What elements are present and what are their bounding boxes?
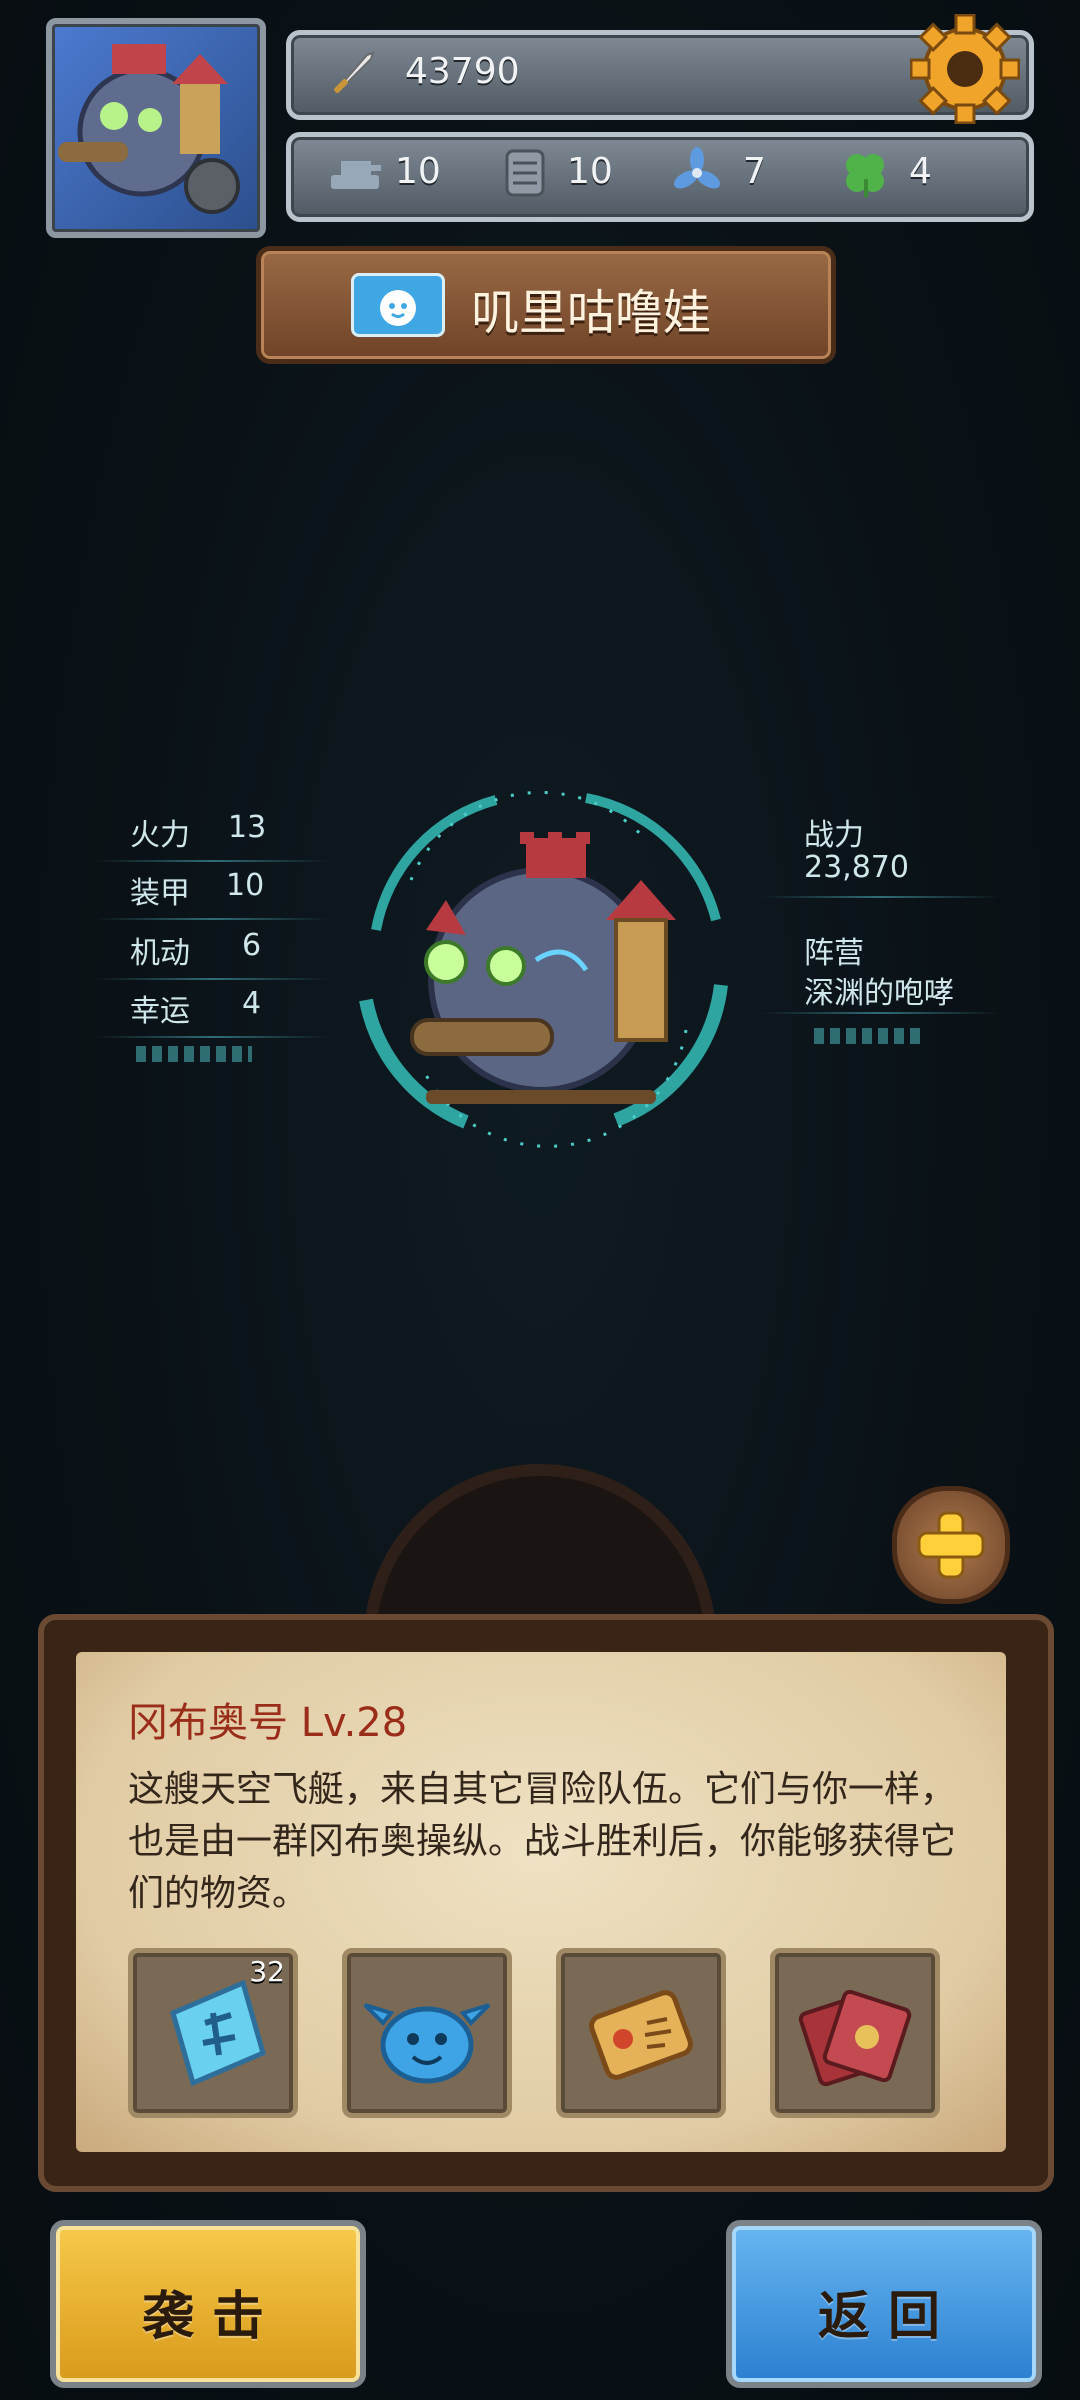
player-avatar[interactable] (46, 18, 266, 238)
reward-item-slot[interactable] (556, 1948, 726, 2118)
scroll-icon (589, 1990, 693, 2080)
airship-portrait (359, 790, 728, 1148)
stat-ticks (136, 1046, 252, 1062)
stat-label-armor: 装甲 (130, 876, 190, 911)
player-name: 叽里咕噜娃 (471, 285, 712, 341)
stat-divider (96, 1036, 332, 1038)
add-energy-button[interactable] (892, 1486, 1010, 1604)
ship-wheel-decoration (364, 1464, 716, 1640)
info-card: 冈布奥号 Lv.28 这艘天空飞艇，来自其它冒险队伍。它们与你一样，也是由一群冈… (76, 1652, 1006, 2152)
sword-icon (333, 51, 375, 95)
back-button-label: 返回 (818, 2287, 959, 2347)
stat-value-firepower: 13 (228, 810, 267, 845)
armor-count: 10 (567, 151, 613, 192)
resource-panel: 10 10 7 4 (286, 132, 1034, 222)
settings-gear-icon[interactable] (910, 14, 1020, 124)
stat-divider (96, 918, 332, 920)
faction-label: 阵营 (804, 936, 864, 971)
stat-label-mobility: 机动 (130, 936, 190, 971)
attack-button-label: 袭击 (142, 2287, 283, 2347)
stat-value-armor: 10 (226, 868, 265, 903)
armor-plate-icon (505, 149, 545, 197)
combat-power-value: 23,870 (804, 850, 909, 885)
slime-badge-icon (351, 273, 445, 337)
combat-power-label: 战力 (804, 818, 864, 853)
propeller-icon (673, 147, 721, 189)
cannon-icon (331, 161, 381, 189)
clover-count: 4 (909, 151, 932, 192)
back-button[interactable]: 返回 (726, 2220, 1042, 2388)
enemy-ship-description: 这艘天空飞艇，来自其它冒险队伍。它们与你一样，也是由一群冈布奥操纵。战斗胜利后，… (128, 1769, 957, 1914)
power-value: 43790 (405, 51, 520, 92)
player-name-banner: 叽里咕噜娃 (256, 246, 836, 364)
cannon-count: 10 (395, 151, 441, 192)
clover-icon (846, 154, 884, 197)
propeller-count: 7 (743, 151, 766, 192)
reward-item-slot[interactable]: 32 (128, 1948, 298, 2118)
stat-value-luck: 4 (242, 986, 262, 1021)
stat-ticks (814, 1028, 926, 1044)
blue-slime-icon (363, 2003, 491, 2084)
cards-icon (798, 1989, 912, 2087)
plus-icon (917, 1511, 985, 1579)
stat-divider (96, 978, 332, 980)
reward-item-slot[interactable] (342, 1948, 512, 2118)
reward-item-slot[interactable] (770, 1948, 940, 2118)
faction-value: 深渊的咆哮 (804, 976, 954, 1011)
stat-divider (96, 860, 332, 862)
stat-divider (760, 896, 1000, 898)
airship-avatar-icon (58, 44, 240, 214)
stat-label-firepower: 火力 (130, 818, 190, 853)
stat-value-mobility: 6 (242, 928, 262, 963)
stat-divider (760, 1012, 1000, 1014)
stat-label-luck: 幸运 (130, 994, 190, 1029)
attack-button[interactable]: 袭击 (50, 2220, 366, 2388)
item-count-badge: 32 (249, 1955, 285, 1988)
enemy-ship-title: 冈布奥号 Lv.28 (128, 1700, 408, 1746)
